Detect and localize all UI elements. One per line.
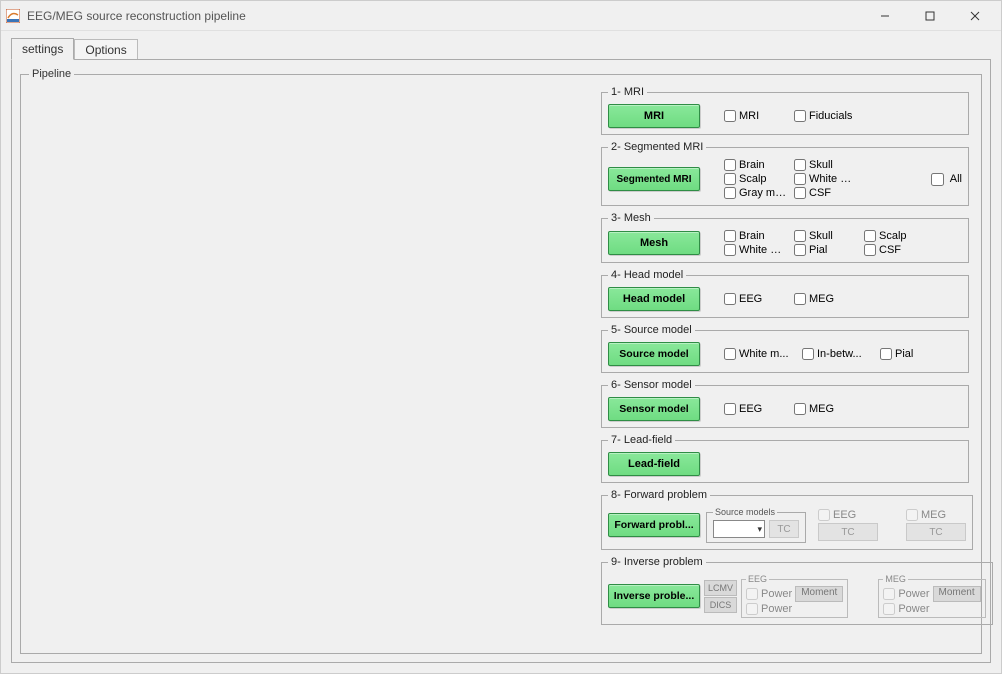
meg-moment-button[interactable]: Moment xyxy=(933,586,981,602)
chk-white-matter[interactable]: White m... xyxy=(724,244,788,256)
step-legend: 6- Sensor model xyxy=(608,379,695,391)
step-legend: 5- Source model xyxy=(608,324,695,336)
chk-meg[interactable]: MEG xyxy=(794,403,858,415)
chk-scalp[interactable]: Scalp xyxy=(864,230,928,242)
chk-csf[interactable]: CSF xyxy=(794,187,858,199)
step-legend: 4- Head model xyxy=(608,269,686,281)
mesh-button[interactable]: Mesh xyxy=(608,231,700,255)
inv-eeg-legend: EEG xyxy=(746,574,769,584)
chk-eeg[interactable]: EEG xyxy=(724,403,788,415)
step-9-inverse-problem: 9- Inverse problem Inverse proble... LCM… xyxy=(601,556,993,625)
inverse-meg-group: MEG Power Moment Power xyxy=(878,574,985,618)
chk-meg[interactable]: MEG xyxy=(794,293,858,305)
tab-settings[interactable]: settings xyxy=(11,38,74,60)
sensor-model-button[interactable]: Sensor model xyxy=(608,397,700,421)
lcmv-button[interactable]: LCMV xyxy=(704,580,737,596)
dics-button[interactable]: DICS xyxy=(704,597,737,613)
app-window: EEG/MEG source reconstruction pipeline s… xyxy=(0,0,1002,674)
pipeline-group: Pipeline 1- MRI MRI MRI Fiducials 2- xyxy=(20,68,982,654)
source-models-legend: Source models xyxy=(713,507,777,517)
chk-eeg-power2[interactable]: Power xyxy=(746,603,792,615)
step-6-sensor-model: 6- Sensor model Sensor model EEG MEG xyxy=(601,379,969,428)
inverse-problem-button[interactable]: Inverse proble... xyxy=(608,584,700,608)
minimize-button[interactable] xyxy=(862,2,907,30)
mri-button[interactable]: MRI xyxy=(608,104,700,128)
maximize-button[interactable] xyxy=(907,2,952,30)
titlebar: EEG/MEG source reconstruction pipeline xyxy=(1,1,1001,31)
step-legend: 9- Inverse problem xyxy=(608,556,706,568)
step-legend: 7- Lead-field xyxy=(608,434,675,446)
tab-panel-settings: Pipeline 1- MRI MRI MRI Fiducials 2- xyxy=(11,59,991,663)
step-legend: 3- Mesh xyxy=(608,212,654,224)
source-models-group: Source models ▾ TC xyxy=(706,507,806,543)
window-title: EEG/MEG source reconstruction pipeline xyxy=(27,9,246,23)
step-5-source-model: 5- Source model Source model White m... … xyxy=(601,324,969,373)
chk-all[interactable]: All xyxy=(927,170,962,189)
chk-gray-matter[interactable]: Gray ma... xyxy=(724,187,788,199)
app-icon xyxy=(5,8,21,24)
chk-white-matter[interactable]: White m... xyxy=(794,173,858,185)
source-model-button[interactable]: Source model xyxy=(608,342,700,366)
chk-fiducials[interactable]: Fiducials xyxy=(794,110,858,122)
forward-problem-button[interactable]: Forward probl... xyxy=(608,513,700,537)
chk-white-matter[interactable]: White m... xyxy=(724,348,796,360)
step-7-lead-field: 7- Lead-field Lead-field xyxy=(601,434,969,483)
chk-skull[interactable]: Skull xyxy=(794,230,858,242)
chk-skull[interactable]: Skull xyxy=(794,159,858,171)
chk-scalp[interactable]: Scalp xyxy=(724,173,788,185)
segmented-mri-button[interactable]: Segmented MRI xyxy=(608,167,700,191)
chk-meg-power[interactable]: Power xyxy=(883,588,929,600)
tabs: settings Options xyxy=(1,31,1001,59)
step-legend: 1- MRI xyxy=(608,86,647,98)
chevron-down-icon: ▾ xyxy=(757,524,762,535)
chk-brain[interactable]: Brain xyxy=(724,159,788,171)
inverse-eeg-group: EEG Power Moment Power xyxy=(741,574,848,618)
chk-eeg-power[interactable]: Power xyxy=(746,588,792,600)
step-legend: 2- Segmented MRI xyxy=(608,141,706,153)
chk-meg[interactable]: MEG xyxy=(906,509,966,521)
tab-options[interactable]: Options xyxy=(74,39,137,60)
chk-mri[interactable]: MRI xyxy=(724,110,788,122)
chk-eeg[interactable]: EEG xyxy=(724,293,788,305)
close-button[interactable] xyxy=(952,2,997,30)
step-8-forward-problem: 8- Forward problem Forward probl... Sour… xyxy=(601,489,973,550)
eeg-moment-button[interactable]: Moment xyxy=(795,586,843,602)
tc-eeg-button[interactable]: TC xyxy=(818,523,878,541)
head-model-button[interactable]: Head model xyxy=(608,287,700,311)
tc-meg-button[interactable]: TC xyxy=(906,523,966,541)
chk-in-between[interactable]: In-betw... xyxy=(802,348,874,360)
inv-meg-legend: MEG xyxy=(883,574,908,584)
step-1-mri: 1- MRI MRI MRI Fiducials xyxy=(601,86,969,135)
steps-column: 1- MRI MRI MRI Fiducials 2- Segmented MR… xyxy=(601,86,969,625)
tc-button[interactable]: TC xyxy=(769,520,799,538)
chk-pial[interactable]: Pial xyxy=(880,348,944,360)
step-4-head-model: 4- Head model Head model EEG MEG xyxy=(601,269,969,318)
chk-pial[interactable]: Pial xyxy=(794,244,858,256)
step-legend: 8- Forward problem xyxy=(608,489,710,501)
chk-csf[interactable]: CSF xyxy=(864,244,928,256)
pipeline-legend: Pipeline xyxy=(29,68,74,80)
step-3-mesh: 3- Mesh Mesh Brain Skull Scalp White m..… xyxy=(601,212,969,263)
source-models-dropdown[interactable]: ▾ xyxy=(713,520,765,538)
step-2-segmented-mri: 2- Segmented MRI Segmented MRI Brain Sku… xyxy=(601,141,969,206)
chk-meg-power2[interactable]: Power xyxy=(883,603,929,615)
chk-brain[interactable]: Brain xyxy=(724,230,788,242)
lead-field-button[interactable]: Lead-field xyxy=(608,452,700,476)
chk-eeg[interactable]: EEG xyxy=(818,509,878,521)
